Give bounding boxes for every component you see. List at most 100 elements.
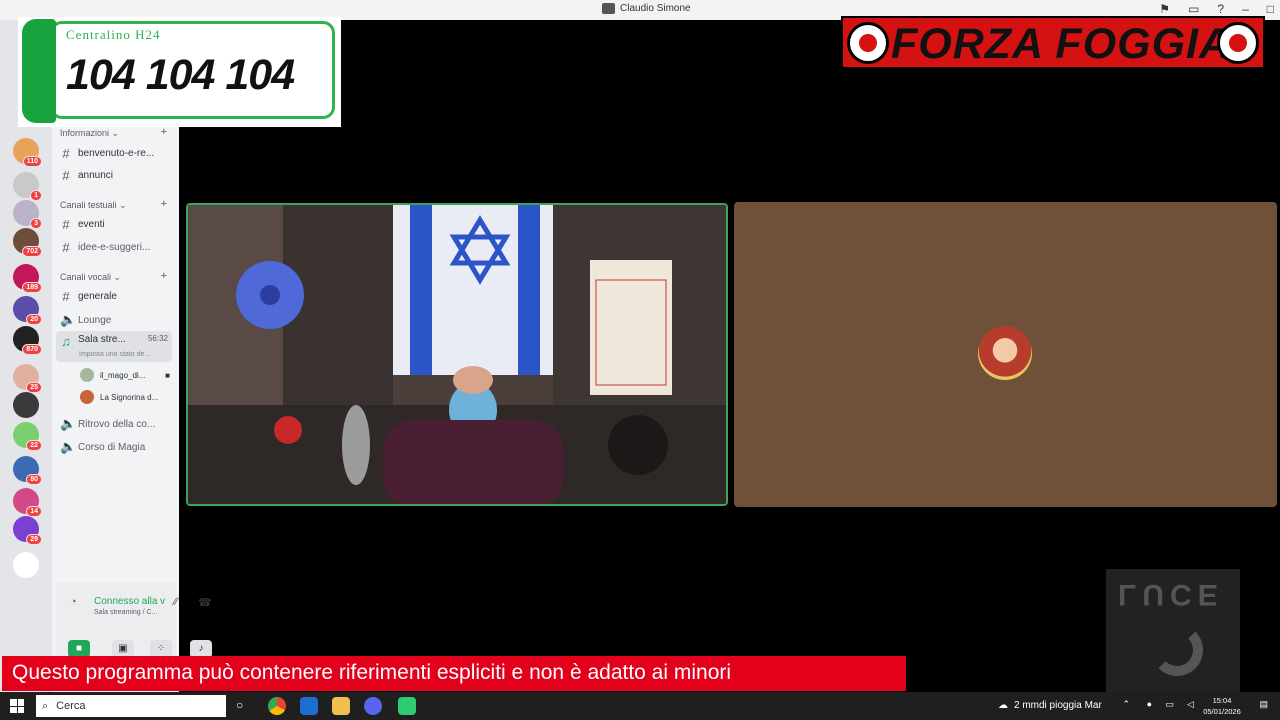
voice-user-2[interactable]: La Signorina d... xyxy=(80,390,170,404)
server-icon[interactable]: 189 xyxy=(13,264,42,293)
channel-ritrovo[interactable]: 🔈 Ritrovo della co... xyxy=(60,416,170,432)
hashtag-icon: # xyxy=(62,289,70,304)
server-icon[interactable]: 870 xyxy=(13,326,42,355)
weather-widget[interactable]: ☁ 2 mmdi pioggia Mar xyxy=(998,700,1102,711)
taskbar-clock[interactable]: 15:04 05/01/2026 xyxy=(1200,695,1244,717)
unread-badge: 29 xyxy=(26,534,42,545)
pin-icon[interactable]: ⚑ xyxy=(1159,2,1170,16)
unread-badge: 3 xyxy=(30,218,42,229)
file-explorer-icon[interactable] xyxy=(332,697,350,715)
taskbar-search[interactable]: ⌕ Cerca xyxy=(36,695,226,717)
content-warning-banner: Questo programma può contenere riferimen… xyxy=(2,656,906,691)
channel-idee[interactable]: # idee-e-suggeri... xyxy=(60,240,170,255)
server-icon[interactable]: 702 xyxy=(13,228,42,257)
voice-user-1[interactable]: il_mago_di... ■ xyxy=(80,368,170,382)
server-icon[interactable] xyxy=(13,392,39,418)
add-channel-icon[interactable]: + xyxy=(161,126,167,138)
channel-eventi[interactable]: # eventi xyxy=(60,217,170,232)
unread-badge: 20 xyxy=(26,314,42,325)
channel-annunci[interactable]: # annunci xyxy=(60,168,170,183)
active-channel-name: Sala stre... xyxy=(78,334,126,345)
app-icon[interactable] xyxy=(398,697,416,715)
voice-status: Connesso alla v xyxy=(94,596,166,607)
hashtag-icon: # xyxy=(62,240,70,255)
server-icon[interactable]: 80 xyxy=(13,456,42,485)
video-tile-participant[interactable] xyxy=(734,202,1277,507)
window-title-text: Claudio Simone xyxy=(620,3,691,14)
maximize-button[interactable]: □ xyxy=(1267,2,1274,16)
notifications-icon[interactable]: ▤ xyxy=(1259,699,1268,710)
avatar xyxy=(80,368,94,382)
chrome-icon[interactable] xyxy=(268,697,286,715)
discord-icon[interactable] xyxy=(364,697,382,715)
category-informazioni[interactable]: Informazioni ⌄ xyxy=(60,128,119,139)
unread-badge: 80 xyxy=(26,474,42,485)
watermark-text: LUCE xyxy=(1118,578,1224,611)
forza-foggia-banner: FORZA FOGGIA xyxy=(841,16,1265,69)
phone-label: Centralino H24 xyxy=(66,27,161,42)
network-icon[interactable]: ▭ xyxy=(1165,699,1174,710)
unread-badge: 1 xyxy=(30,190,42,201)
volume-icon[interactable]: ◁ xyxy=(1187,699,1194,710)
hashtag-icon: # xyxy=(62,217,70,232)
search-icon: ⌕ xyxy=(42,699,49,712)
minimize-button[interactable]: – xyxy=(1242,2,1249,16)
search-placeholder: Cerca xyxy=(56,700,86,712)
server-icon[interactable]: 110 xyxy=(13,138,42,167)
banner-text: FORZA FOGGIA xyxy=(891,20,1232,68)
club-logo xyxy=(847,22,889,64)
avatar xyxy=(80,390,94,404)
unread-badge: 870 xyxy=(22,344,42,355)
signal-icon: ◔ xyxy=(70,596,77,608)
channel-status: Imposta uno stato de... xyxy=(79,351,151,358)
server-icon[interactable]: 25 xyxy=(13,364,42,393)
hashtag-icon: # xyxy=(62,168,70,183)
unread-badge: 22 xyxy=(26,440,42,451)
rain-cloud-icon: ☁ xyxy=(998,700,1008,711)
video-tile-webcam[interactable] xyxy=(186,203,728,506)
phone-icon xyxy=(22,19,56,123)
speaker-icon: 🔈 xyxy=(60,312,77,327)
stream-icon: ♫ xyxy=(61,334,71,349)
channel-timer: 56:32 xyxy=(147,334,168,343)
category-canali-testuali[interactable]: Canali testuali ⌄ xyxy=(60,200,127,211)
app-root: Claudio Simone ⚑ ▭ ? – □ 110 1 3 702 189 20 87… xyxy=(0,0,1280,720)
channel-lounge[interactable]: 🔈 Lounge xyxy=(60,312,170,328)
club-logo xyxy=(1217,22,1259,64)
channel-generale[interactable]: # generale xyxy=(60,289,170,304)
unread-badge: 702 xyxy=(22,246,42,257)
channel-corso-magia[interactable]: 🔈 Corso di Magia xyxy=(60,439,170,455)
add-channel-icon[interactable]: + xyxy=(161,270,167,282)
phone-number: 104 104 104 xyxy=(66,51,295,99)
server-icon[interactable]: 22 xyxy=(13,422,42,451)
camera-icon: ■ xyxy=(165,370,170,380)
chevron-up-icon[interactable]: ⌃ xyxy=(1122,699,1130,710)
window-title: Claudio Simone xyxy=(602,3,691,14)
category-canali-vocali[interactable]: Canali vocali ⌄ xyxy=(60,272,121,283)
server-icon[interactable] xyxy=(13,552,39,578)
server-icon[interactable]: 14 xyxy=(13,488,42,517)
server-icon[interactable]: 1 xyxy=(13,172,42,201)
clock-time: 15:04 xyxy=(1212,696,1232,705)
webcam-feed xyxy=(188,205,726,504)
voice-channel: Sala streaming / C... xyxy=(94,609,158,616)
noise-suppression-icon[interactable]: ⁄⁄ xyxy=(174,596,178,608)
speaker-icon: 🔈 xyxy=(60,439,77,454)
windows-start-button[interactable] xyxy=(10,699,24,713)
outlook-icon[interactable] xyxy=(300,697,318,715)
moon-icon xyxy=(1151,624,1203,676)
channel-benvenuto[interactable]: # benvenuto-e-re... xyxy=(60,146,170,161)
taskbar: ⌕ Cerca ○ ☁ 2 mmdi pioggia Mar ⌃ ● ▭ ◁ ▤… xyxy=(0,692,1280,720)
server-icon[interactable]: 20 xyxy=(13,296,42,325)
server-icon[interactable]: 3 xyxy=(13,200,42,229)
microphone-icon[interactable]: ● xyxy=(1147,699,1152,709)
content-warning-text: Questo programma può contenere riferimen… xyxy=(12,661,732,684)
task-view-icon[interactable]: ○ xyxy=(236,698,243,712)
add-channel-icon[interactable]: + xyxy=(161,198,167,210)
disconnect-icon[interactable]: ☎ xyxy=(198,596,212,609)
server-icon[interactable]: 29 xyxy=(13,516,42,545)
help-icon[interactable]: ? xyxy=(1217,2,1224,16)
monitor-icon[interactable]: ▭ xyxy=(1188,2,1199,16)
clock-date: 05/01/2026 xyxy=(1203,707,1241,716)
hashtag-icon: # xyxy=(62,146,70,161)
